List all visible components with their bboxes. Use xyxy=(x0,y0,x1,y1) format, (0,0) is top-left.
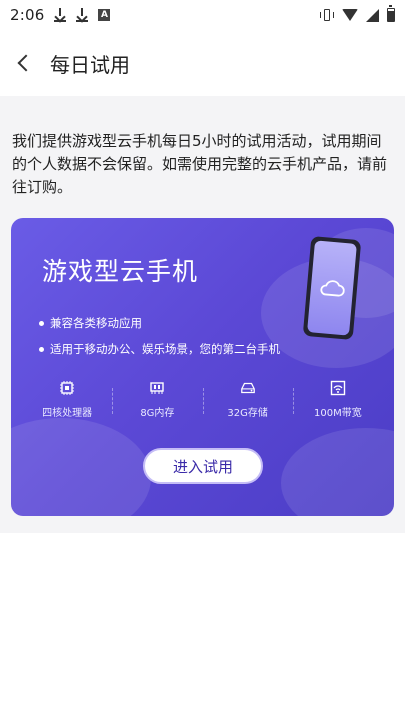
feature-text: 适用于移动办公、娱乐场景，您的第二台手机 xyxy=(50,342,280,356)
spec-item: 100M带宽 xyxy=(292,380,383,426)
spec-label: 四核处理器 xyxy=(42,408,93,419)
cloud-icon xyxy=(320,280,345,297)
bandwidth-icon xyxy=(330,380,346,396)
spec-label: 100M带宽 xyxy=(314,408,362,419)
spec-label: 32G存储 xyxy=(227,408,268,419)
spec-item: 32G存储 xyxy=(202,380,293,426)
status-time: 2:06 xyxy=(10,6,45,24)
vibrate-icon xyxy=(320,8,334,22)
cell-signal-icon xyxy=(366,8,379,22)
spec-row: 四核处理器 8G内存 32G存储 100M带宽 xyxy=(22,380,383,426)
status-bar: 2:06 A xyxy=(0,0,405,30)
bullet-dot xyxy=(39,320,44,326)
feature-item: 兼容各类移动应用 xyxy=(39,315,142,331)
memory-icon xyxy=(149,380,165,396)
feature-item: 适用于移动办公、娱乐场景，您的第二台手机 xyxy=(39,341,280,357)
trial-description: 我们提供游戏型云手机每日5小时的试用活动，试用期间的个人数据不会保留。如需使用完… xyxy=(12,132,388,196)
feature-text: 兼容各类移动应用 xyxy=(50,316,142,330)
battery-icon xyxy=(387,5,395,22)
promo-title: 游戏型云手机 xyxy=(42,257,199,286)
decor-cloud xyxy=(11,418,151,516)
phone-illustration xyxy=(302,236,362,340)
wifi-icon xyxy=(342,9,358,21)
back-button[interactable] xyxy=(12,48,36,78)
chevron-left-icon xyxy=(17,54,35,72)
enter-trial-button[interactable]: 进入试用 xyxy=(143,448,263,484)
notification-a-icon: A xyxy=(98,9,111,21)
download-icon xyxy=(54,8,67,22)
spec-item: 四核处理器 xyxy=(22,380,112,426)
page-title: 每日试用 xyxy=(50,52,130,77)
cpu-icon xyxy=(59,380,75,396)
download-icon xyxy=(76,8,89,22)
bullet-dot xyxy=(39,346,44,352)
decor-cloud xyxy=(281,428,394,516)
storage-icon xyxy=(240,380,256,396)
app-bar: 每日试用 xyxy=(0,30,405,96)
spec-label: 8G内存 xyxy=(140,408,175,419)
promo-card: 游戏型云手机 兼容各类移动应用 适用于移动办公、娱乐场景，您的第二台手机 四核处… xyxy=(11,218,394,516)
spec-item: 8G内存 xyxy=(112,380,202,426)
